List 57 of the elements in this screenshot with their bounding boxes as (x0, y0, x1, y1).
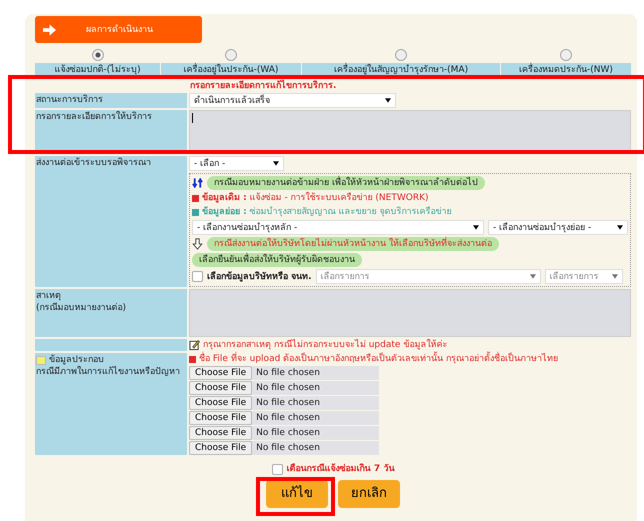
field-sublabel: กรณีมีภาพในการแก้ไขงานหรือปัญหา (36, 366, 181, 378)
radio-button[interactable] (395, 49, 407, 61)
dropdown-caret-icon (612, 274, 618, 279)
section-title: ผลการดำเนินงาน (86, 24, 153, 36)
field-label: ข้อมูลประกอบ (49, 354, 104, 366)
action-button[interactable]: ยกเลิก (338, 480, 400, 508)
choose-file-button[interactable]: Choose File (189, 396, 252, 410)
file-status: No file chosen (255, 397, 320, 409)
arrow-icon (43, 24, 56, 36)
dropdown-caret-icon (530, 274, 536, 279)
warning-marker-icon (189, 356, 196, 362)
field-label: ส่งงานต่อเข้าระบบรอพิจารณา (36, 158, 151, 168)
field-label: สถานะการบริการ (36, 95, 103, 105)
file-status: No file chosen (255, 382, 320, 394)
info-text: ข้อมูลย่อย : ซ่อมบำรุงสายสัญญาณ และขยาย จุดบริการเครือข่าย (202, 206, 452, 218)
upload-note: ชื่อ File ที่จะ upload ต้องเป็นภาษาอังกฤษหรือเป็นตัวเลขเท่านั้น กรุณาอย่าตั้งชื่อเป็นภาษาไทย (199, 353, 558, 365)
forward-select[interactable]: - เลือก - (189, 156, 284, 171)
radio-button[interactable] (225, 49, 237, 61)
dropdown-caret-icon (385, 98, 391, 103)
choose-file-button[interactable]: Choose File (189, 381, 252, 395)
file-status: No file chosen (255, 367, 320, 379)
company-note: กรณีส่งงานต่อให้บริษัทโดยไม่ผ่านหัวหน้างาน ให้เลือกบริษัทที่จะส่งงานต่อ (207, 237, 499, 251)
field-sublabel: (กรณีมอบหมายงานต่อ) (36, 302, 128, 314)
edit-icon (189, 339, 200, 351)
dropdown-caret-icon (473, 225, 479, 230)
transfer-note: กรณีมอบหมายงานต่อข้ามฝ่าย เพื่อให้หัวหน้าฝ่ายพิจารณาลำดับต่อไป (207, 176, 485, 190)
sub-task-select[interactable]: - เลือกงานซ่อมบำรุงย่อย - (488, 220, 628, 235)
company-select[interactable]: เลือกรายการ (316, 269, 541, 284)
reason-textarea[interactable] (189, 289, 631, 337)
field-label: กรอกรายละเอียดการให้บริการ (36, 112, 152, 122)
info-text: ข้อมูลเดิม : แจ้งซ่อม - การใช้ระบบเครือข่าย (NETWORK) (202, 192, 429, 204)
choose-file-button[interactable]: Choose File (189, 366, 252, 380)
swap-arrows-icon (192, 177, 203, 189)
overdue-warning: เตือนกรณีแจ้งซ่อมเกิน 7 วัน (286, 463, 394, 475)
radio-button[interactable] (92, 49, 104, 61)
file-status: No file chosen (255, 412, 320, 424)
checkbox-label: เลือกข้อมูลบริษัทหรือ จนท. (207, 270, 312, 282)
action-button[interactable]: แก้ไข (266, 480, 328, 508)
field-label: สาเหตุ (36, 290, 62, 302)
confirm-note: เลือกยืนยันเพื่อส่งให้บริษัทผู้รับผิดชอบงาน (192, 253, 362, 267)
item-select[interactable]: เลือกรายการ (544, 269, 623, 284)
reason-note: กรุณากรอกสาเหตุ กรณีไม่กรอกระบบจะไม่ update ข้อมูลให้ค่ะ (203, 339, 448, 351)
main-task-select[interactable]: - เลือกงานซ่อมบำรุงหลัก - (192, 220, 484, 235)
dropdown-caret-icon (273, 161, 279, 166)
file-status: No file chosen (255, 427, 320, 439)
checkbox[interactable] (192, 271, 203, 282)
form-heading: กรอกรายละเอียดการแก้ไขการบริการ. (189, 78, 338, 93)
choose-file-button[interactable]: Choose File (189, 426, 252, 440)
status-select[interactable]: ดำเนินการแล้วเสร็จ (189, 93, 396, 108)
dropdown-caret-icon (617, 225, 623, 230)
file-status: No file chosen (255, 442, 320, 454)
choose-file-button[interactable]: Choose File (189, 411, 252, 425)
checkbox[interactable] (272, 464, 283, 474)
choose-file-button[interactable]: Choose File (189, 441, 252, 455)
down-arrow-icon (192, 238, 203, 250)
radio-button[interactable] (560, 49, 572, 61)
note-marker-icon (36, 356, 46, 364)
